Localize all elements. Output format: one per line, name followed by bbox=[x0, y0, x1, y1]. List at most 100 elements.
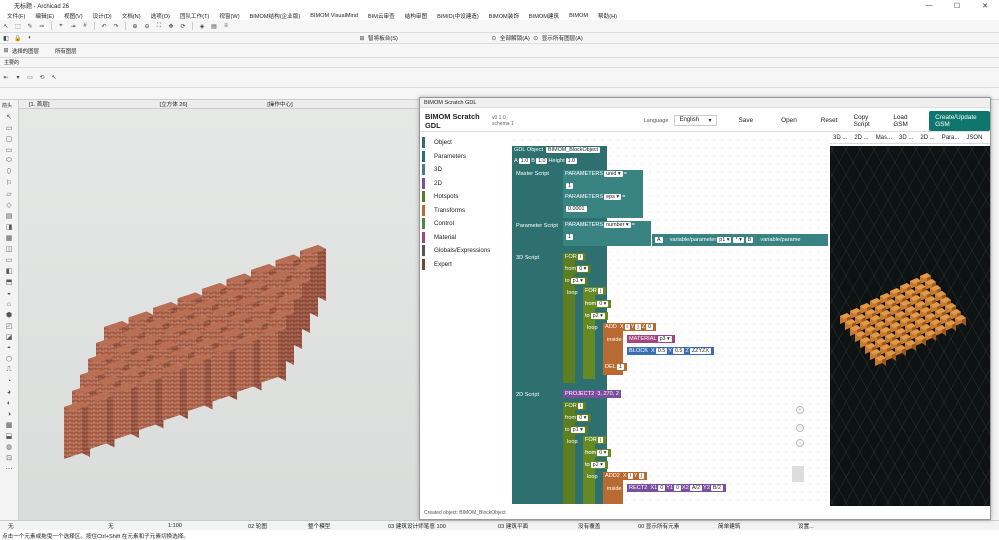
tool-icon[interactable]: ◰ bbox=[3, 321, 15, 331]
j-field[interactable]: j bbox=[597, 437, 604, 443]
status-item[interactable]: 02 轮图 bbox=[240, 522, 300, 530]
tool-icon[interactable]: ▩ bbox=[3, 420, 15, 430]
preview-tab[interactable]: JSON bbox=[963, 135, 985, 141]
var-b-field[interactable]: B bbox=[745, 237, 754, 243]
add2-y-field[interactable]: j bbox=[638, 473, 644, 479]
tool-icon[interactable]: ◔ bbox=[3, 376, 15, 386]
to-field[interactable]: p2 ▾ bbox=[590, 462, 605, 468]
a-field[interactable]: 1.0 bbox=[518, 158, 531, 164]
3d-preview[interactable] bbox=[830, 146, 990, 506]
all-layers-label[interactable]: 所有图层 bbox=[55, 47, 77, 55]
value-field[interactable]: 1 bbox=[566, 234, 573, 240]
tool-icon[interactable]: ◫ bbox=[3, 244, 15, 254]
open-button[interactable]: Open bbox=[775, 115, 803, 126]
tool-icon[interactable]: ◐ bbox=[3, 398, 15, 408]
create-update-gsm-button[interactable]: Create/Update GSM bbox=[929, 110, 990, 131]
guide-icon[interactable]: ⇥ bbox=[69, 23, 77, 30]
trash-icon[interactable] bbox=[792, 466, 804, 482]
menu-item[interactable]: 文件(F) bbox=[2, 12, 30, 20]
preview-tab[interactable]: 3D ... bbox=[896, 135, 916, 141]
layer-icon[interactable]: ≡ bbox=[222, 23, 230, 30]
tool-icon[interactable]: ⬯ bbox=[3, 167, 15, 177]
category-item[interactable]: Material bbox=[422, 231, 508, 245]
from-field[interactable]: 0 ▾ bbox=[597, 450, 609, 456]
status-item[interactable]: 无 bbox=[0, 522, 100, 530]
del-field[interactable]: 1 bbox=[616, 364, 624, 370]
redo-icon[interactable]: ↷ bbox=[112, 23, 120, 30]
status-item[interactable]: 没有覆盖 bbox=[570, 522, 630, 530]
del-block[interactable]: DEL 1 bbox=[603, 363, 627, 371]
layer-hide-icon[interactable]: ◐ bbox=[26, 35, 34, 42]
var-a-field[interactable]: A bbox=[655, 237, 663, 243]
menu-item[interactable]: 编辑(E) bbox=[30, 12, 59, 20]
i-field[interactable]: i bbox=[577, 403, 584, 409]
tool-icon[interactable]: ▦ bbox=[3, 233, 15, 243]
value-field[interactable]: 0.0001 bbox=[566, 206, 587, 212]
rect2-block[interactable]: RECT2 X1 0 Y1 0 X2 A/2 Y2 B/2 bbox=[627, 484, 726, 492]
zoom-in-icon[interactable]: + bbox=[796, 406, 804, 414]
rect-x1-field[interactable]: 0 bbox=[658, 485, 666, 491]
tool-icon[interactable]: ◕ bbox=[3, 387, 15, 397]
zoom-in-icon[interactable]: ⊕ bbox=[131, 23, 139, 30]
j-field[interactable]: j bbox=[597, 288, 604, 294]
tab-floor-plan[interactable]: [1. 首层] bbox=[19, 100, 60, 108]
zoom-out-icon[interactable]: − bbox=[796, 439, 804, 447]
smart-board-button[interactable]: 智将板台(S) bbox=[368, 34, 398, 42]
to-field[interactable]: p2 ▾ bbox=[590, 313, 605, 319]
preview-tab[interactable]: 2D ... bbox=[851, 135, 871, 141]
selected-layers-label[interactable]: 选择的图层 bbox=[12, 47, 39, 55]
from-field[interactable]: 0 ▾ bbox=[577, 266, 589, 272]
tool-icon[interactable]: ⚐ bbox=[3, 178, 15, 188]
smart-icon[interactable]: ⊞ bbox=[358, 35, 366, 42]
block-workspace[interactable]: GDL Object BIMOM_BlockObject A 1.0 B 1.0 Heig… bbox=[510, 136, 828, 504]
marquee-icon[interactable]: ⬚ bbox=[14, 23, 22, 30]
menu-item[interactable]: 视图(V) bbox=[59, 12, 88, 20]
tool-icon[interactable]: ⊡ bbox=[3, 453, 15, 463]
tool-icon[interactable]: ◪ bbox=[3, 332, 15, 342]
status-item[interactable]: 无 bbox=[100, 522, 160, 530]
category-item[interactable]: Object bbox=[422, 136, 508, 150]
preview-tab[interactable]: Para... bbox=[939, 135, 963, 141]
preview-tab[interactable]: Mas... bbox=[873, 135, 895, 141]
rect-y2-field[interactable]: B/2 bbox=[710, 485, 723, 491]
rect-y1-field[interactable]: 0 bbox=[674, 485, 682, 491]
add2-x-field[interactable]: i bbox=[627, 473, 633, 479]
rect-x2-field[interactable]: A/2 bbox=[689, 485, 702, 491]
info-dropdown-icon[interactable]: ▾ bbox=[14, 74, 22, 81]
pencil-icon[interactable]: ✎ bbox=[26, 23, 34, 30]
menu-item[interactable]: BIMOM VisualMind bbox=[305, 13, 363, 19]
tool-icon[interactable]: ⬭ bbox=[3, 156, 15, 166]
height-field[interactable]: 1.0 bbox=[565, 158, 578, 164]
category-item[interactable]: 2D bbox=[422, 177, 508, 191]
info-arrow-icon[interactable]: ⇤ bbox=[2, 74, 10, 81]
language-select[interactable]: English ▾ bbox=[674, 115, 717, 126]
block-z-field[interactable]: ZZYZX bbox=[689, 348, 711, 354]
status-item[interactable]: 整个模型 bbox=[300, 522, 380, 530]
operator-field[interactable]: * ▾ bbox=[733, 237, 744, 243]
preview-tab[interactable]: 2D ... bbox=[917, 135, 937, 141]
tool-icon[interactable]: ⬒ bbox=[3, 277, 15, 287]
tool-icon[interactable]: ▢ bbox=[3, 134, 15, 144]
tool-icon[interactable]: ▭ bbox=[3, 145, 15, 155]
info-rotate-icon[interactable]: ⟲ bbox=[38, 74, 46, 81]
number-field[interactable]: number ▾ bbox=[604, 222, 631, 228]
i-field[interactable]: i bbox=[577, 254, 584, 260]
eps-field[interactable]: eps ▾ bbox=[604, 194, 622, 200]
tool-icon[interactable]: ⬓ bbox=[3, 431, 15, 441]
category-item[interactable]: Globals/Expressions bbox=[422, 244, 508, 258]
show-all-layers-button[interactable]: 显示所有图层(A) bbox=[542, 34, 583, 42]
menu-item[interactable]: 帮助(H) bbox=[593, 12, 622, 20]
maximize-button[interactable]: ☐ bbox=[943, 0, 971, 11]
category-item[interactable]: Expert bbox=[422, 258, 508, 272]
category-item[interactable]: Parameters bbox=[422, 150, 508, 164]
tool-icon[interactable]: ⬢ bbox=[3, 310, 15, 320]
tool-icon[interactable]: ◑ bbox=[3, 409, 15, 419]
p1-field[interactable]: p1 ▾ bbox=[717, 237, 732, 243]
material-block[interactable]: MATERIAL p3 ▾ bbox=[627, 335, 675, 343]
category-item[interactable]: Hotspots bbox=[422, 190, 508, 204]
tool-icon[interactable]: ▱ bbox=[3, 189, 15, 199]
tool-icon[interactable]: ◇ bbox=[3, 200, 15, 210]
status-item[interactable]: 1:100 bbox=[160, 523, 240, 529]
layer-toggle-icon[interactable]: ◧ bbox=[2, 35, 10, 42]
to-field[interactable]: p1 ▾ bbox=[570, 427, 585, 433]
